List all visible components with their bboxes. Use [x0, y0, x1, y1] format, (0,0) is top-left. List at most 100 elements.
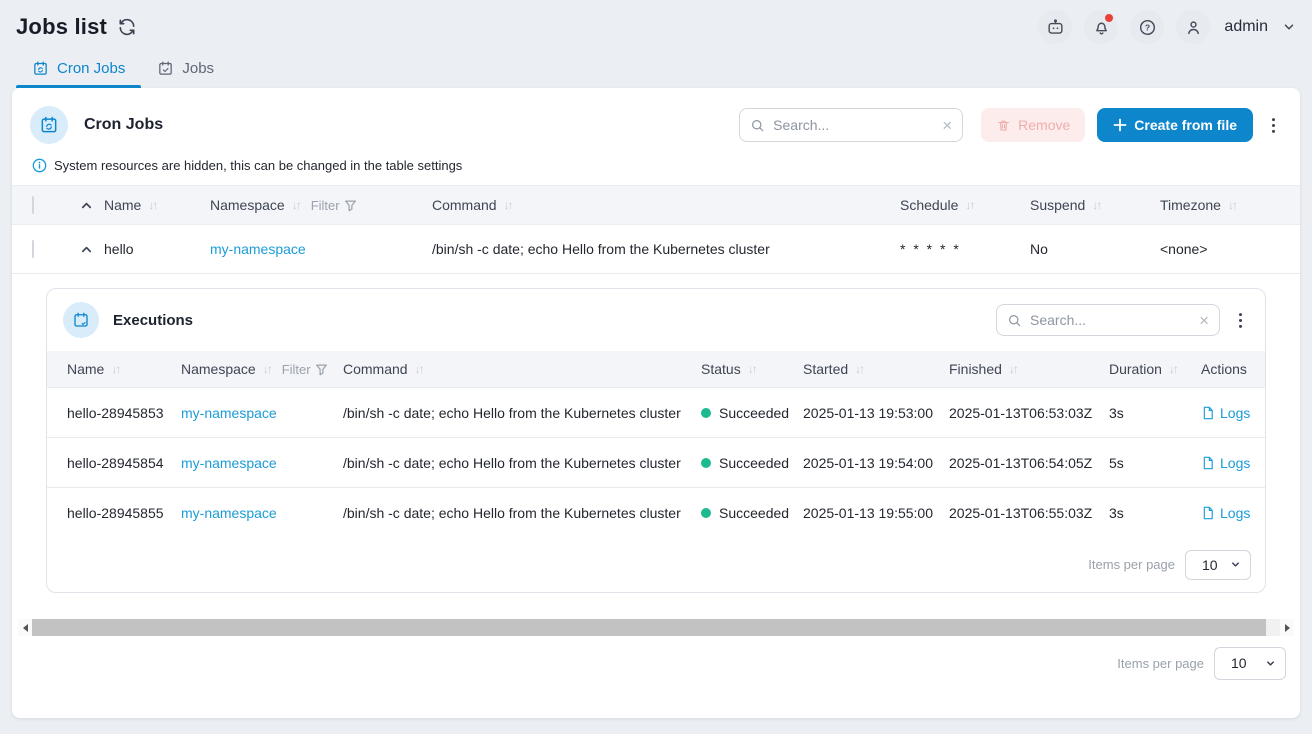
cell-started: 2025-01-13 19:53:00 — [803, 405, 949, 421]
execution-row[interactable]: hello-28945855 my-namespace /bin/sh -c d… — [47, 487, 1265, 537]
items-per-page-label: Items per page — [1088, 557, 1175, 572]
column-header-command[interactable]: Command↓↑ — [343, 361, 701, 377]
select-all-checkbox[interactable] — [32, 196, 34, 214]
sort-icon[interactable]: ↓↑ — [1169, 362, 1177, 376]
sort-icon[interactable]: ↓↑ — [504, 198, 512, 212]
executions-menu-kebab-icon[interactable] — [1232, 307, 1249, 334]
cronjob-calendar-sync-icon — [30, 106, 68, 144]
cron-jobs-search: × — [739, 108, 963, 142]
namespace-link[interactable]: my-namespace — [210, 241, 306, 257]
tab-jobs[interactable]: Jobs — [141, 52, 230, 88]
sort-icon[interactable]: ↓↑ — [111, 362, 119, 376]
namespace-link[interactable]: my-namespace — [181, 405, 277, 421]
question-icon: ? — [1138, 18, 1157, 37]
clear-search-icon[interactable]: × — [1199, 312, 1209, 329]
column-header-command[interactable]: Command↓↑ — [432, 197, 900, 213]
user-avatar[interactable] — [1176, 10, 1210, 44]
logs-link[interactable]: Logs — [1201, 405, 1265, 421]
help-button[interactable]: ? — [1130, 10, 1164, 44]
sort-icon[interactable]: ↓↑ — [965, 198, 973, 212]
column-header-name[interactable]: Name↓↑ — [104, 197, 210, 213]
notifications-button[interactable] — [1084, 10, 1118, 44]
scrollbar-track[interactable] — [32, 619, 1280, 636]
person-icon — [1184, 18, 1203, 37]
chevron-down-icon[interactable] — [1282, 20, 1296, 34]
column-header-finished[interactable]: Finished↓↑ — [949, 361, 1109, 377]
jobs-calendar-check-icon — [157, 60, 174, 77]
column-header-namespace[interactable]: Namespace↓↑ Filter — [210, 197, 432, 213]
namespace-filter-button[interactable]: Filter — [311, 198, 357, 213]
cell-finished: 2025-01-13T06:53:03Z — [949, 405, 1109, 421]
card-menu-kebab-icon[interactable] — [1265, 112, 1282, 139]
namespace-link[interactable]: my-namespace — [181, 455, 277, 471]
scroll-right-arrow-icon[interactable] — [1280, 619, 1294, 636]
items-per-page-label: Items per page — [1117, 656, 1204, 671]
status-label: Succeeded — [719, 505, 789, 521]
create-from-file-button[interactable]: Create from file — [1097, 108, 1253, 142]
sort-icon[interactable]: ↓↑ — [1228, 198, 1236, 212]
clear-search-icon[interactable]: × — [942, 117, 952, 134]
document-icon — [1201, 506, 1215, 520]
column-header-timezone[interactable]: Timezone↓↑ — [1160, 197, 1300, 213]
horizontal-scrollbar[interactable] — [18, 619, 1294, 636]
cron-job-row[interactable]: hello my-namespace /bin/sh -c date; echo… — [12, 225, 1300, 274]
cron-jobs-card: Cron Jobs × Remove Create from file — [12, 88, 1300, 718]
executions-search: × — [996, 304, 1220, 336]
tabs: Cron Jobs Jobs — [0, 52, 1312, 88]
remove-button[interactable]: Remove — [981, 108, 1085, 142]
column-header-started[interactable]: Started↓↑ — [803, 361, 949, 377]
plus-icon — [1113, 118, 1127, 132]
row-checkbox[interactable] — [32, 240, 34, 258]
tab-label: Cron Jobs — [57, 60, 125, 77]
scroll-left-arrow-icon[interactable] — [18, 619, 32, 636]
status-label: Succeeded — [719, 455, 789, 471]
sort-icon[interactable]: ↓↑ — [1009, 362, 1017, 376]
cell-name: hello-28945855 — [67, 505, 181, 521]
logs-link[interactable]: Logs — [1201, 505, 1265, 521]
column-header-duration[interactable]: Duration↓↑ — [1109, 361, 1201, 377]
page-title: Jobs list — [16, 14, 107, 40]
chevron-down-icon — [1230, 559, 1241, 570]
column-header-status[interactable]: Status↓↑ — [701, 361, 803, 377]
collapse-row-chevron-icon[interactable] — [68, 243, 104, 256]
search-icon — [750, 118, 765, 133]
sort-icon[interactable]: ↓↑ — [415, 362, 423, 376]
document-icon — [1201, 456, 1215, 470]
column-header-name[interactable]: Name↓↑ — [67, 361, 181, 377]
scrollbar-thumb[interactable] — [32, 619, 1266, 636]
cell-timezone: <none> — [1160, 241, 1300, 257]
sort-icon[interactable]: ↓↑ — [263, 362, 271, 376]
execution-row[interactable]: hello-28945853 my-namespace /bin/sh -c d… — [47, 387, 1265, 437]
status-label: Succeeded — [719, 405, 789, 421]
executions-title: Executions — [113, 312, 193, 329]
cell-started: 2025-01-13 19:54:00 — [803, 455, 949, 471]
search-icon — [1007, 313, 1022, 328]
sort-icon[interactable]: ↓↑ — [292, 198, 300, 212]
user-menu-label[interactable]: admin — [1224, 18, 1268, 36]
items-per-page-select[interactable]: 10 — [1214, 647, 1286, 680]
column-header-namespace[interactable]: Namespace↓↑ Filter — [181, 361, 343, 377]
tab-cron-jobs[interactable]: Cron Jobs — [16, 52, 141, 88]
logs-link[interactable]: Logs — [1201, 455, 1265, 471]
sort-icon[interactable]: ↓↑ — [148, 198, 156, 212]
collapse-all-chevron-icon[interactable] — [68, 199, 104, 212]
column-header-schedule[interactable]: Schedule↓↑ — [900, 197, 1030, 213]
execution-row[interactable]: hello-28945854 my-namespace /bin/sh -c d… — [47, 437, 1265, 487]
search-input[interactable] — [773, 117, 934, 133]
namespace-link[interactable]: my-namespace — [181, 505, 277, 521]
refresh-icon[interactable] — [117, 17, 137, 37]
cell-name: hello-28945853 — [67, 405, 181, 421]
executions-panel: Executions × Name↓↑ Namespace↓↑ Filter — [46, 288, 1266, 593]
assistant-button[interactable] — [1038, 10, 1072, 44]
sort-icon[interactable]: ↓↑ — [748, 362, 756, 376]
sort-icon[interactable]: ↓↑ — [855, 362, 863, 376]
card-header: Cron Jobs × Remove Create from file — [12, 88, 1300, 156]
executions-calendar-icon — [63, 302, 99, 338]
namespace-filter-button[interactable]: Filter — [282, 362, 328, 377]
sort-icon[interactable]: ↓↑ — [1092, 198, 1100, 212]
cell-duration: 3s — [1109, 505, 1201, 521]
items-per-page-select[interactable]: 10 — [1185, 550, 1251, 580]
funnel-icon — [315, 363, 328, 376]
column-header-suspend[interactable]: Suspend↓↑ — [1030, 197, 1160, 213]
executions-search-input[interactable] — [1030, 312, 1191, 328]
